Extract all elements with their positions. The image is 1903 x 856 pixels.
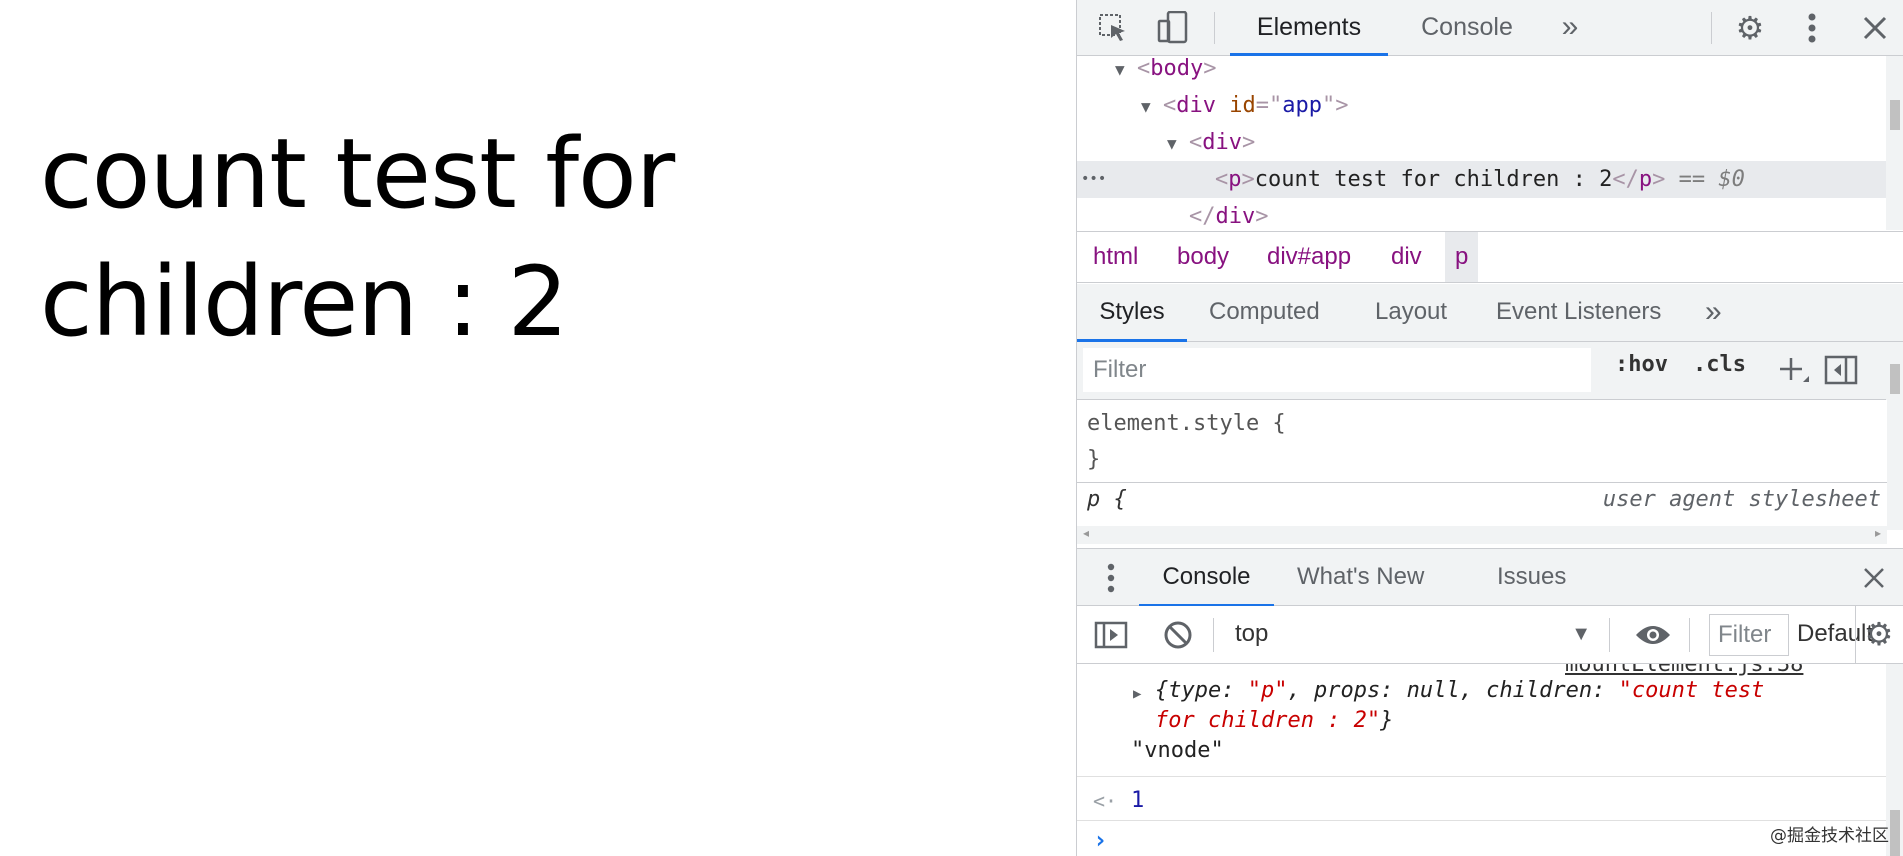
p-selector: p {: [1087, 487, 1127, 512]
devtools-panel: Elements Console » ⚙ ▼ <body> ▼ <div id="a…: [1076, 0, 1903, 856]
drawer-menu-icon[interactable]: [1101, 561, 1121, 595]
styles-filter-row: Filter :hov .cls: [1077, 342, 1903, 400]
scrollbar-thumb[interactable]: [1890, 810, 1900, 856]
crumb-div[interactable]: div: [1391, 232, 1422, 282]
toolbar-separator: [1213, 618, 1214, 652]
log-separator: [1077, 820, 1887, 821]
drawer-tabbar: Console What's New Issues: [1077, 548, 1903, 607]
live-expression-eye-icon[interactable]: [1633, 618, 1673, 652]
toolbar-separator: [1855, 606, 1856, 664]
vnode-object-log[interactable]: {type: "p", props: null, children: "coun…: [1155, 676, 1764, 736]
scrollbar-thumb[interactable]: [1890, 364, 1900, 394]
kebab-menu-icon[interactable]: [1794, 10, 1830, 46]
element-style-rule[interactable]: element.style { }: [1087, 406, 1286, 478]
tree-node-div-app[interactable]: ▼ <div id="app">: [1141, 87, 1349, 124]
dropdown-arrow-icon: ▼: [1571, 623, 1591, 645]
styles-filter-input[interactable]: Filter: [1083, 348, 1591, 392]
toolbar-separator: [1711, 12, 1712, 44]
settings-gear-icon[interactable]: ⚙: [1732, 10, 1768, 46]
user-agent-stylesheet-label: user agent stylesheet: [1602, 487, 1881, 512]
node-actions-dots-icon[interactable]: •••: [1081, 161, 1106, 198]
hover-state-toggle[interactable]: :hov: [1615, 352, 1668, 377]
tab-elements[interactable]: Elements: [1230, 0, 1388, 56]
toolbar-separator: [1214, 12, 1215, 44]
close-devtools-icon[interactable]: [1857, 10, 1893, 46]
tree-node-div-close[interactable]: </div>: [1189, 198, 1269, 230]
tree-node-body[interactable]: ▼ <body>: [1115, 56, 1216, 87]
p-node-text: count test for children : 2: [1254, 167, 1613, 192]
crumb-p[interactable]: p: [1445, 232, 1479, 282]
styles-rules: element.style { } p { user agent stylesh…: [1077, 400, 1887, 526]
selected-node-marker: == $0: [1678, 167, 1745, 192]
clear-console-icon[interactable]: [1161, 618, 1195, 652]
more-style-tabs-button[interactable]: »: [1705, 284, 1722, 342]
inspect-element-icon[interactable]: [1095, 10, 1131, 46]
tab-layout[interactable]: Layout: [1375, 284, 1447, 342]
toolbar-separator: [1609, 618, 1610, 652]
elements-scrollbar[interactable]: [1886, 56, 1903, 230]
tab-computed[interactable]: Computed: [1209, 284, 1320, 342]
toggle-sidebar-icon[interactable]: [1823, 350, 1859, 390]
tab-console[interactable]: Console: [1397, 0, 1537, 56]
page-text-line-1: count test for: [40, 118, 675, 230]
console-filter-input[interactable]: Filter: [1709, 614, 1789, 656]
expanded-triangle-icon[interactable]: ▼: [1115, 56, 1137, 88]
page-text-line-2: children : 2: [40, 246, 569, 358]
toolbar-separator: [1689, 618, 1690, 652]
new-style-rule-icon[interactable]: [1777, 350, 1811, 390]
device-toolbar-icon[interactable]: [1155, 10, 1191, 46]
return-value: 1: [1131, 788, 1145, 813]
scroll-right-icon[interactable]: ▸: [1875, 526, 1881, 540]
crumb-div-app[interactable]: div#app: [1267, 232, 1351, 282]
tab-event-listeners[interactable]: Event Listeners: [1496, 284, 1661, 342]
tab-styles[interactable]: Styles: [1077, 284, 1187, 342]
scrollbar-thumb[interactable]: [1890, 100, 1900, 130]
show-sidebar-icon[interactable]: [1093, 618, 1129, 652]
console-output: mountElement.js:38 ▶ {type: "p", props: …: [1077, 664, 1887, 856]
close-drawer-icon[interactable]: [1857, 561, 1891, 595]
page-paragraph: count test for children : 2: [40, 110, 800, 366]
console-settings-gear-icon[interactable]: ⚙: [1861, 616, 1897, 652]
crumb-body[interactable]: body: [1177, 232, 1229, 282]
elements-tree: ▼ <body> ▼ <div id="app"> ▼ <div> ••• <p>co…: [1077, 56, 1887, 230]
drawer-tab-whats-new[interactable]: What's New: [1297, 549, 1424, 607]
class-toggle[interactable]: .cls: [1693, 352, 1746, 377]
breadcrumb: html body div#app div p: [1077, 231, 1903, 283]
expanded-triangle-icon[interactable]: ▼: [1167, 125, 1189, 162]
devtools-toolbar: Elements Console » ⚙: [1077, 0, 1903, 56]
crumb-html[interactable]: html: [1093, 232, 1138, 282]
context-selector[interactable]: top ▼: [1235, 606, 1591, 664]
console-prompt-icon[interactable]: ›: [1093, 824, 1107, 856]
styles-tabbar: Styles Computed Layout Event Listeners »: [1077, 284, 1903, 342]
tree-node-div[interactable]: ▼ <div>: [1167, 124, 1255, 161]
watermark: @掘金技术社区: [1770, 826, 1889, 846]
scroll-left-icon[interactable]: ◂: [1083, 526, 1089, 540]
expanded-triangle-icon[interactable]: ▼: [1141, 88, 1163, 125]
log-separator: [1077, 776, 1887, 777]
drawer-tab-issues[interactable]: Issues: [1497, 549, 1566, 607]
return-value-icon: <·: [1093, 789, 1118, 813]
page-viewport: count test for children : 2: [0, 0, 1076, 856]
more-tabs-button[interactable]: »: [1545, 0, 1595, 56]
p-style-rule[interactable]: p { user agent stylesheet: [1077, 482, 1887, 526]
tree-node-p-selected[interactable]: ••• <p>count test for children : 2</p> =…: [1077, 161, 1887, 198]
drawer-tab-console[interactable]: Console: [1139, 549, 1274, 607]
console-toolbar: top ▼ Filter Default ⚙: [1077, 606, 1903, 664]
styles-scrollbar[interactable]: [1886, 342, 1903, 530]
styles-horizontal-scrollbar[interactable]: ◂ ▸: [1077, 526, 1887, 544]
collapsed-triangle-icon[interactable]: ▶: [1133, 686, 1141, 702]
vnode-string-log: "vnode": [1131, 738, 1224, 763]
